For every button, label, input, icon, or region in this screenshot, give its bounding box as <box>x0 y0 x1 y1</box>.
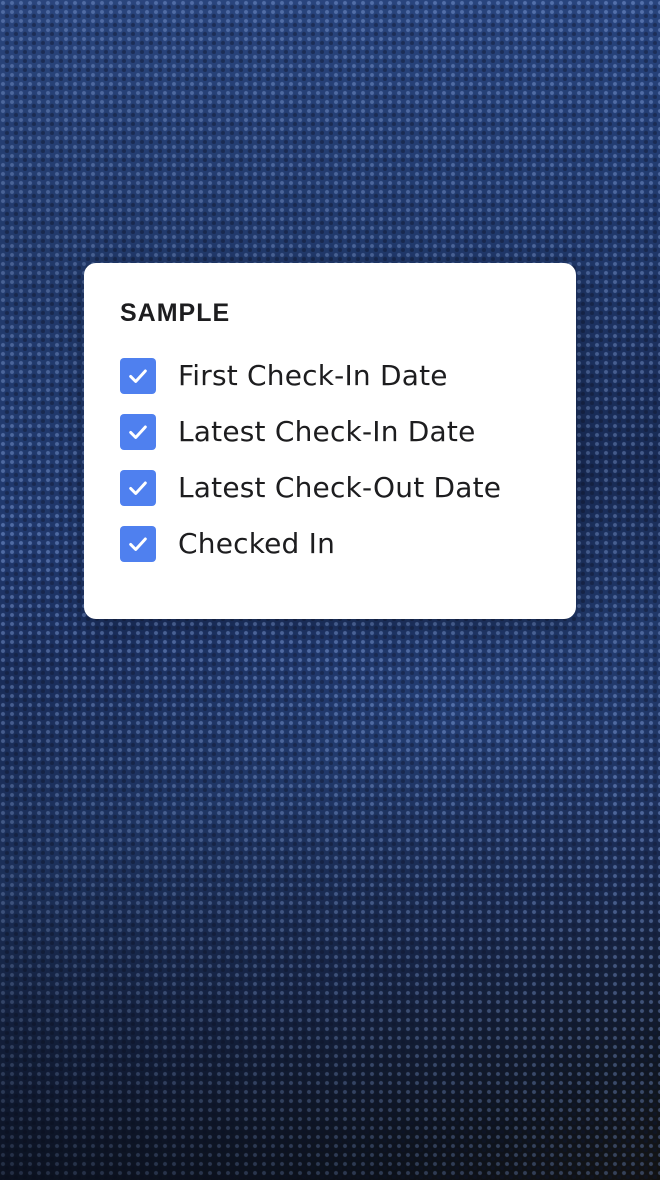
latest-check-out-date-label[interactable]: Latest Check-Out Date <box>178 471 501 504</box>
checkmark-icon <box>129 368 147 383</box>
option-latest-check-out-date[interactable]: Latest Check-Out Date <box>120 457 576 518</box>
checkmark-icon <box>129 424 147 439</box>
first-check-in-date-checkbox[interactable] <box>120 357 156 394</box>
checkmark-icon <box>129 480 147 495</box>
checkmark-icon <box>129 536 147 551</box>
first-check-in-date-label[interactable]: First Check-In Date <box>178 359 448 392</box>
latest-check-in-date-label[interactable]: Latest Check-In Date <box>178 415 476 448</box>
latest-check-in-date-checkbox[interactable] <box>120 413 156 450</box>
checked-in-checkbox[interactable] <box>120 525 156 562</box>
panel-title: SAMPLE <box>120 299 231 327</box>
checked-in-label[interactable]: Checked In <box>178 527 335 560</box>
latest-check-out-date-checkbox[interactable] <box>120 469 156 506</box>
option-checked-in[interactable]: Checked In <box>120 513 576 574</box>
option-latest-check-in-date[interactable]: Latest Check-In Date <box>120 401 576 462</box>
sample-fields-panel: SAMPLE First Check-In Date Latest Check-… <box>84 263 576 619</box>
option-first-check-in-date[interactable]: First Check-In Date <box>120 345 576 406</box>
